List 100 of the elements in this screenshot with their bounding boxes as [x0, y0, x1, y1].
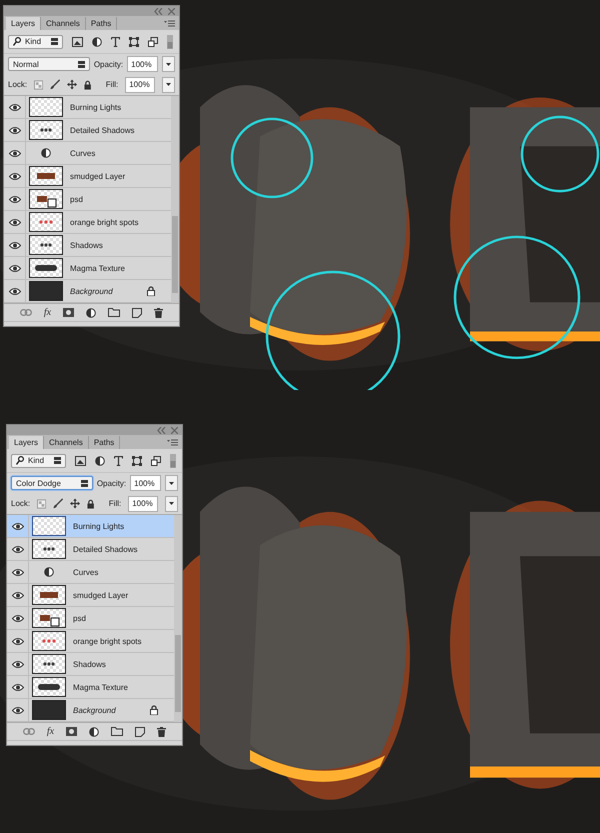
- eye-icon[interactable]: [8, 264, 20, 272]
- folder-icon[interactable]: [108, 308, 120, 317]
- image-icon[interactable]: [72, 36, 83, 46]
- layer-thumbnail: [29, 189, 63, 209]
- layer-name: orange bright spots: [73, 636, 142, 646]
- dropdown-button[interactable]: [162, 56, 176, 72]
- eye-icon[interactable]: [8, 172, 20, 180]
- new-layer-icon[interactable]: [135, 726, 146, 736]
- layer-name: Curves: [70, 148, 96, 158]
- move-icon[interactable]: [67, 79, 78, 90]
- caret-icon: [166, 62, 171, 66]
- layer-row[interactable]: smudged Layer: [7, 584, 174, 607]
- panel-tab[interactable]: Layers: [9, 436, 44, 449]
- dropdown-button[interactable]: [164, 496, 178, 512]
- lock-icon[interactable]: [87, 498, 95, 508]
- layer-row[interactable]: Detailed Shadows: [4, 119, 171, 142]
- eye-icon[interactable]: [12, 706, 24, 714]
- brush-icon[interactable]: [50, 79, 60, 90]
- smart-object-icon[interactable]: [148, 36, 158, 46]
- layer-row[interactable]: orange bright spots: [4, 211, 171, 234]
- dropdown-button[interactable]: [164, 475, 178, 491]
- eye-icon[interactable]: [12, 614, 24, 622]
- layer-row[interactable]: Detailed Shadows: [7, 538, 174, 561]
- trash-icon[interactable]: [154, 308, 164, 318]
- eye-icon[interactable]: [8, 242, 20, 248]
- folder-icon[interactable]: [111, 727, 124, 736]
- opacity-field[interactable]: 100%: [127, 56, 158, 72]
- layer-row[interactable]: psd: [7, 607, 174, 630]
- layer-name: Detailed Shadows: [73, 544, 138, 554]
- eye-icon[interactable]: [8, 196, 20, 202]
- eye-icon[interactable]: [12, 546, 24, 552]
- dropdown-button[interactable]: [162, 76, 175, 92]
- layer-name: psd: [73, 614, 86, 622]
- effects-button[interactable]: fx: [44, 307, 52, 318]
- blend-mode-dropdown[interactable]: Normal: [8, 57, 90, 71]
- menu-icon[interactable]: [167, 438, 178, 446]
- layer-row[interactable]: orange bright spots: [7, 630, 174, 653]
- layer-row[interactable]: Background: [4, 280, 171, 303]
- layer-row[interactable]: Magma Texture: [7, 676, 174, 699]
- fill-field[interactable]: 100%: [128, 496, 158, 512]
- opacity-field[interactable]: 100%: [130, 475, 161, 491]
- half-circle-icon[interactable]: [95, 456, 105, 466]
- layer-row[interactable]: Magma Texture: [4, 257, 171, 280]
- eye-icon[interactable]: [8, 104, 20, 110]
- eye-icon[interactable]: [12, 522, 24, 530]
- trash-icon[interactable]: [157, 726, 166, 736]
- search-icon: [16, 456, 24, 465]
- mask-icon[interactable]: [63, 308, 74, 317]
- layer-row[interactable]: Shadows: [7, 653, 174, 676]
- layer-thumbnail: [32, 654, 66, 674]
- image-icon[interactable]: [75, 456, 86, 466]
- blend-mode-dropdown[interactable]: Color Dodge: [11, 476, 93, 490]
- menu-icon[interactable]: [164, 20, 175, 26]
- type-icon[interactable]: [114, 456, 123, 466]
- fill-field[interactable]: 100%: [125, 76, 155, 92]
- mask-icon[interactable]: [66, 727, 78, 736]
- brush-icon[interactable]: [53, 498, 64, 509]
- fill-label: Fill:: [108, 499, 122, 508]
- half-circle-icon[interactable]: [89, 726, 100, 736]
- layer-row[interactable]: Background: [7, 699, 174, 722]
- type-icon[interactable]: [111, 36, 120, 46]
- eye-icon[interactable]: [8, 150, 20, 156]
- layer-row[interactable]: psd: [4, 188, 171, 211]
- half-circle-icon[interactable]: [86, 308, 96, 318]
- filter-dropdown[interactable]: Kind: [8, 34, 63, 48]
- layer-name: smudged Layer: [73, 590, 128, 600]
- layer-row[interactable]: Curves: [4, 142, 171, 165]
- eye-icon[interactable]: [8, 288, 20, 294]
- eye-icon[interactable]: [12, 592, 24, 598]
- layer-row[interactable]: smudged Layer: [4, 165, 171, 188]
- eye-icon[interactable]: [8, 126, 20, 134]
- layer-row[interactable]: Shadows: [4, 234, 171, 257]
- layer-thumbnail: [32, 516, 66, 536]
- checker-icon[interactable]: [37, 498, 46, 508]
- move-icon[interactable]: [70, 498, 80, 509]
- checker-icon[interactable]: [34, 80, 44, 90]
- eye-icon[interactable]: [12, 568, 24, 576]
- toggle-icon[interactable]: [167, 34, 173, 48]
- eye-icon[interactable]: [8, 218, 20, 226]
- new-layer-icon[interactable]: [132, 308, 142, 318]
- layer-row[interactable]: Burning Lights: [4, 96, 171, 119]
- half-circle-icon[interactable]: [92, 36, 102, 46]
- eye-icon[interactable]: [12, 638, 24, 644]
- adjustment-icon: [44, 567, 54, 577]
- shape-icon[interactable]: [129, 36, 139, 46]
- layer-row[interactable]: Curves: [7, 561, 174, 584]
- layer-row[interactable]: Burning Lights: [7, 515, 174, 538]
- scrollbar[interactable]: [171, 96, 179, 303]
- lock-icon[interactable]: [84, 80, 92, 90]
- scrollbar[interactable]: [174, 515, 182, 722]
- layer-name: Background: [70, 286, 113, 296]
- filter-dropdown[interactable]: Kind: [11, 454, 66, 468]
- shape-icon[interactable]: [132, 456, 142, 466]
- eye-icon[interactable]: [12, 660, 24, 668]
- effects-button[interactable]: fx: [46, 726, 54, 737]
- layer-thumbnail: [29, 97, 63, 117]
- smart-object-icon[interactable]: [151, 456, 161, 466]
- eye-icon[interactable]: [12, 684, 24, 690]
- panel-tab[interactable]: Layers: [6, 17, 42, 30]
- toggle-icon[interactable]: [170, 454, 176, 468]
